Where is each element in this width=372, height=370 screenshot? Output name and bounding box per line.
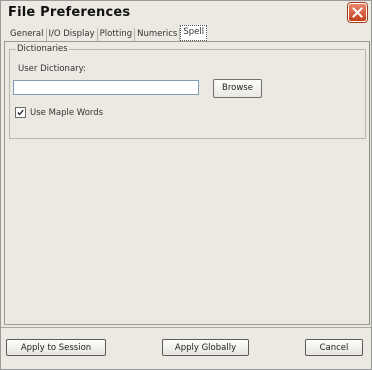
use-maple-words-row[interactable]: Use Maple Words xyxy=(15,107,103,118)
apply-globally-button[interactable]: Apply Globally xyxy=(162,339,249,356)
tab-spell[interactable]: Spell xyxy=(180,25,208,41)
dictionaries-groupbox: Dictionaries User Dictionary: Browse Use… xyxy=(9,44,366,139)
checkmark-icon xyxy=(17,109,24,116)
tab-label: General xyxy=(10,29,44,39)
tab-plotting[interactable]: Plotting xyxy=(97,28,136,41)
use-maple-words-checkbox[interactable] xyxy=(15,107,26,118)
close-button[interactable] xyxy=(348,3,367,22)
use-maple-words-label: Use Maple Words xyxy=(30,107,104,118)
groupbox-title: Dictionaries xyxy=(16,44,69,54)
footer-separator xyxy=(1,327,371,328)
close-icon xyxy=(352,7,363,18)
browse-button[interactable]: Browse xyxy=(213,79,262,98)
tab-label: Numerics xyxy=(137,29,178,39)
cancel-button[interactable]: Cancel xyxy=(305,339,363,356)
apply-to-session-button[interactable]: Apply to Session xyxy=(6,339,106,356)
preferences-dialog: File Preferences General I/O Display Plo… xyxy=(0,0,372,370)
user-dictionary-input[interactable] xyxy=(13,80,199,95)
user-dictionary-label: User Dictionary: xyxy=(18,64,86,74)
tab-io-display[interactable]: I/O Display xyxy=(46,28,98,41)
title-bar[interactable]: File Preferences xyxy=(1,1,371,26)
spell-tab-panel: Dictionaries User Dictionary: Browse Use… xyxy=(4,41,370,325)
tab-label: Spell xyxy=(183,27,205,37)
tab-label: Plotting xyxy=(99,29,133,39)
tab-general[interactable]: General xyxy=(8,28,47,41)
window-title: File Preferences xyxy=(8,5,131,20)
tab-label: I/O Display xyxy=(48,29,95,39)
tab-strip: General I/O Display Plotting Numerics Sp… xyxy=(8,25,208,41)
tab-numerics[interactable]: Numerics xyxy=(135,28,181,41)
